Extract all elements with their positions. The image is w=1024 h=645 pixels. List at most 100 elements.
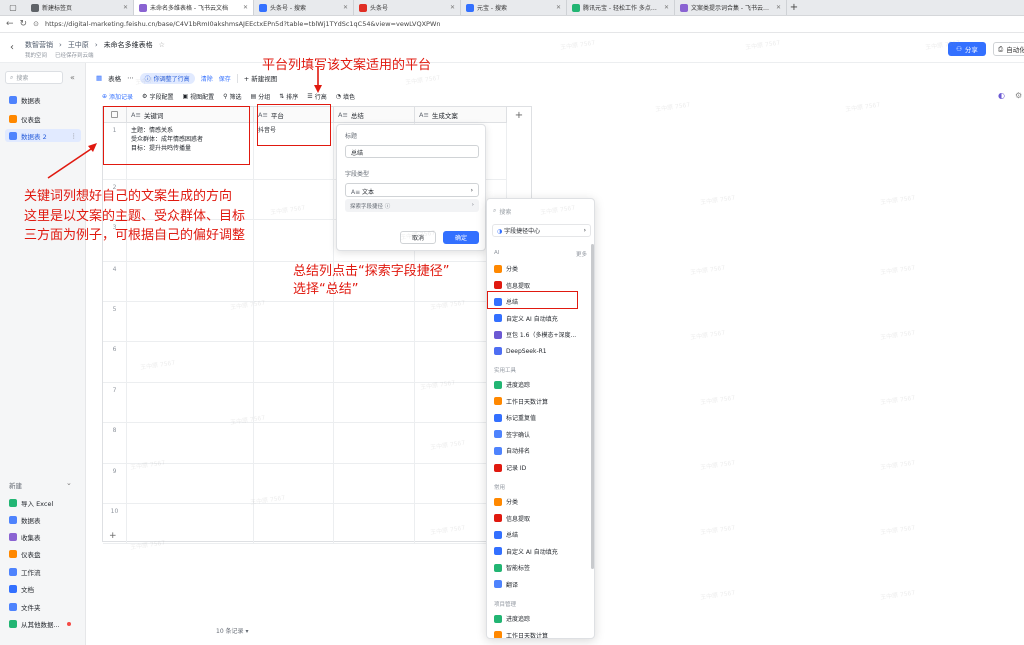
save-button[interactable]: 保存 <box>219 74 231 83</box>
add-record-button[interactable]: ⊕添加记录 <box>102 92 133 101</box>
view-config-button[interactable]: ▣视图配置 <box>182 92 214 101</box>
common-shortcut-item[interactable]: 翻译 <box>492 578 584 591</box>
grid-cell[interactable] <box>334 342 415 383</box>
tool-shortcut-item[interactable]: 记录 ID <box>492 461 584 474</box>
window-menu-icon[interactable]: ▢ <box>0 0 26 15</box>
dropdown-scrollbar[interactable] <box>591 244 594 569</box>
explore-shortcuts-button[interactable]: 探索字段捷径 ⓘ› <box>345 199 479 212</box>
field-config-button[interactable]: ⚙字段配置 <box>142 92 173 101</box>
back-arrow-icon[interactable]: ← <box>6 19 14 29</box>
browser-tab[interactable]: 文案类提示词合集 - 飞书云文档✕ <box>675 0 787 15</box>
new-table[interactable]: 数据表 <box>5 513 81 526</box>
sidebar-search-input[interactable]: ⌕搜索 <box>5 71 63 84</box>
tool-shortcut-item[interactable]: 签字确认 <box>492 428 584 441</box>
sort-button[interactable]: ⇅排序 <box>279 92 298 101</box>
automation-button[interactable]: ⎙自动化 <box>993 42 1024 56</box>
grid-cell[interactable] <box>127 262 254 302</box>
grid-cell[interactable] <box>254 220 334 262</box>
more-icon[interactable]: ⋮ <box>71 132 78 140</box>
chevron-down-icon[interactable]: ⌄ <box>66 479 72 487</box>
close-icon[interactable]: ✕ <box>450 4 455 11</box>
refresh-icon[interactable]: ↻ <box>20 19 28 29</box>
grid-cell[interactable] <box>334 464 415 504</box>
grid-cell[interactable] <box>254 342 334 383</box>
grid-cell[interactable] <box>334 423 415 464</box>
tool-shortcut-item[interactable]: 工作日天数计算 <box>492 395 584 408</box>
common-shortcut-item[interactable]: 信息提取 <box>492 512 584 525</box>
breadcrumb-item[interactable]: 数智营销 <box>25 40 53 50</box>
browser-tab[interactable]: 头条号 - 搜索✕ <box>254 0 354 15</box>
close-icon[interactable]: ✕ <box>243 4 248 11</box>
new-doc[interactable]: 文档 <box>5 582 81 595</box>
row-height-button[interactable]: ☰行高 <box>307 92 326 101</box>
new-import-excel[interactable]: 导入 Excel <box>5 496 81 509</box>
ai-shortcut-item[interactable]: 豆包 1.6（多模态+深度... <box>492 328 584 341</box>
more-icon[interactable]: ⋯ <box>127 74 134 82</box>
common-shortcut-item[interactable]: 智能标签 <box>492 561 584 574</box>
field-type-select[interactable]: A≡ 文本› <box>345 183 479 197</box>
group-button[interactable]: ▤分组 <box>251 92 271 101</box>
grid-cell[interactable] <box>127 504 254 544</box>
url-field[interactable]: https://digital-marketing.feishu.cn/base… <box>45 20 441 28</box>
fill-color-button[interactable]: ◔填色 <box>336 92 355 101</box>
add-row-button[interactable]: + <box>109 531 117 541</box>
column-header-generated-copy[interactable]: A≡生成文案 <box>415 107 507 123</box>
common-shortcut-item[interactable]: 总结 <box>492 528 584 541</box>
star-icon[interactable]: ☆ <box>159 41 165 49</box>
field-title-input[interactable]: 总结 <box>345 145 479 158</box>
filter-button[interactable]: ⚲筛选 <box>223 92 241 101</box>
breadcrumb-item[interactable]: 王中原 <box>68 40 89 50</box>
new-tab-button[interactable]: + <box>787 0 801 15</box>
new-dashboard[interactable]: 仪表盘 <box>5 547 81 560</box>
grid-cell[interactable] <box>127 464 254 504</box>
new-view-button[interactable]: + 新建视图 <box>244 73 278 83</box>
ai-shortcut-item[interactable]: 信息提取 <box>492 279 584 292</box>
browser-tab[interactable]: 新建标签页✕ <box>26 0 134 15</box>
new-form[interactable]: 收集表 <box>5 530 81 543</box>
grid-cell[interactable] <box>127 423 254 464</box>
close-icon[interactable]: ✕ <box>776 4 781 11</box>
new-workflow[interactable]: 工作流 <box>5 565 81 578</box>
browser-tab[interactable]: 元宝 - 搜索✕ <box>461 0 567 15</box>
ai-shortcut-item[interactable]: DeepSeek-R1 <box>492 345 584 358</box>
browser-tab[interactable]: 腾讯元宝 - 轻松工作 多点生活✕ <box>567 0 675 15</box>
clear-button[interactable]: 清除 <box>201 74 213 83</box>
close-icon[interactable]: ✕ <box>123 4 128 11</box>
doc-title[interactable]: 未命名多维表格 <box>104 40 153 50</box>
grid-cell[interactable] <box>254 383 334 423</box>
shortcut-center-item[interactable]: ◑ 字段捷径中心› <box>492 224 591 237</box>
grid-cell[interactable] <box>254 302 334 342</box>
grid-cell[interactable] <box>254 180 334 220</box>
grid-cell[interactable] <box>254 504 334 544</box>
sidebar-item-dashboard[interactable]: 仪表盘 <box>5 112 81 125</box>
project-shortcut-item[interactable]: 进度追踪 <box>492 612 584 625</box>
tool-shortcut-item[interactable]: 自动排名 <box>492 444 584 457</box>
project-shortcut-item[interactable]: 工作日天数计算 <box>492 629 584 640</box>
tool-shortcut-item[interactable]: 进度追踪 <box>492 378 584 391</box>
close-icon[interactable]: ✕ <box>343 4 348 11</box>
ai-assistant-icon[interactable]: ◐ <box>998 91 1005 100</box>
grid-cell[interactable] <box>334 504 415 544</box>
ai-shortcut-item[interactable]: 分类 <box>492 262 584 275</box>
view-tab-table[interactable]: 表格 <box>108 73 121 83</box>
common-shortcut-item[interactable]: 分类 <box>492 495 584 508</box>
collapse-sidebar-icon[interactable]: « <box>70 73 75 82</box>
grid-cell[interactable] <box>334 383 415 423</box>
browser-tab-active[interactable]: 未命名多维表格 - 飞书云文档✕ <box>134 0 254 15</box>
common-shortcut-item[interactable]: 自定义 AI 自动填充 <box>492 545 584 558</box>
sidebar-item-table-2[interactable]: 数据表 2⋮ <box>5 129 81 142</box>
settings-icon[interactable]: ⚙ <box>1015 91 1022 100</box>
ai-shortcut-item[interactable]: 自定义 AI 自动填充 <box>492 312 584 325</box>
column-header-summary[interactable]: A≡总结 <box>334 107 415 123</box>
grid-cell[interactable] <box>254 423 334 464</box>
tool-shortcut-item[interactable]: 标记重复值 <box>492 411 584 424</box>
close-icon[interactable]: ✕ <box>556 4 561 11</box>
more-link[interactable]: 更多 <box>576 250 587 258</box>
sidebar-item-table[interactable]: 数据表 <box>5 93 81 106</box>
record-count[interactable]: 10 条记录 ▾ <box>216 626 248 635</box>
browser-tab[interactable]: 头条号✕ <box>354 0 461 15</box>
add-column-button[interactable]: + <box>507 107 531 123</box>
confirm-button[interactable]: 确定 <box>443 231 479 244</box>
new-from-other-source[interactable]: 从其他数据... <box>5 617 81 630</box>
new-folder[interactable]: 文件夹 <box>5 600 81 613</box>
